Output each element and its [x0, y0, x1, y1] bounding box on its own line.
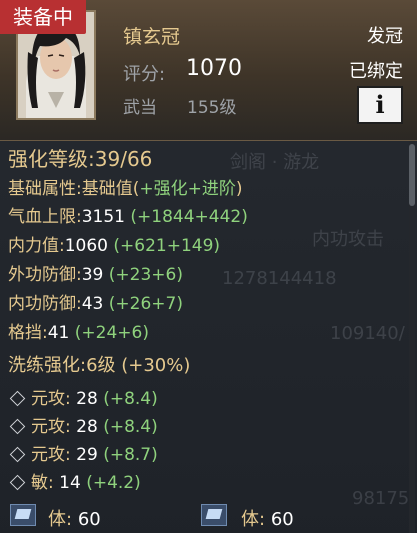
stat-base: 3151 — [81, 207, 125, 227]
gem-icon — [201, 504, 227, 526]
stat-row-int-def: 内功防御:43 (+26+7) — [8, 289, 183, 314]
stat-row-block: 格挡:41 (+24+6) — [8, 318, 149, 343]
stat-row-mp: 内力值:1060 (+621+149) — [8, 231, 220, 256]
stat-bonus: (+23+6) — [108, 265, 183, 285]
enhance-label: 强化等级: — [8, 147, 95, 171]
stat-base: 43 — [81, 294, 104, 314]
item-name: 镇玄冠 — [123, 26, 181, 48]
equipped-badge: 装备中 — [0, 0, 86, 34]
refine-stat-label: 元攻: — [31, 389, 71, 409]
refine-stat-bonus: (+8.4) — [103, 389, 158, 409]
base-attr-row: 基础属性:基础值(+强化+进阶) — [8, 174, 243, 199]
refine-stat-base: 28 — [76, 417, 98, 437]
stat-label: 气血上限: — [8, 207, 82, 227]
refine-stat-row: 元攻: 28 (+8.4) — [8, 412, 158, 437]
refine-label: 洗练强化: — [8, 355, 87, 376]
refine-stat-base: 28 — [76, 389, 98, 409]
stat-bonus: (+621+149) — [113, 236, 221, 256]
tooltip-header: 装备中 镇玄冠 评分: 1070 武当 155级 发冠 已绑定 i — [0, 0, 417, 141]
gem-icon — [10, 504, 36, 526]
scrollbar-thumb[interactable] — [409, 144, 415, 206]
refine-stat-label: 元攻: — [31, 445, 71, 465]
diamond-icon — [9, 390, 26, 406]
refine-stat-base: 29 — [76, 445, 98, 465]
stat-bonus: (+26+7) — [108, 294, 183, 314]
stat-base: 41 — [47, 323, 70, 343]
refine-stat-base: 14 — [59, 473, 81, 493]
stat-row-hp: 气血上限:3151 (+1844+442) — [8, 202, 248, 227]
item-tooltip: 剑阁 · 游龙 内功攻击 1278144418 109140/ 98175 装备… — [0, 0, 417, 533]
base-attr-advance: +进阶 — [187, 179, 236, 199]
score-value: 1070 — [186, 56, 242, 81]
stat-label: 格挡: — [8, 323, 48, 343]
stat-row-ext-def: 外功防御:39 (+23+6) — [8, 260, 183, 285]
gem-stat-label: 体: — [241, 509, 266, 530]
refine-value: 6级 (+30%) — [86, 355, 191, 376]
bind-status: 已绑定 — [349, 61, 403, 82]
sect-requirement: 武当 — [123, 98, 157, 118]
refine-stat-bonus: (+8.7) — [103, 445, 158, 465]
stat-label: 内力值: — [8, 236, 65, 256]
base-attr-enhance: +强化 — [139, 179, 188, 199]
stat-label: 内功防御: — [8, 294, 82, 314]
refine-stat-bonus: (+8.4) — [103, 417, 158, 437]
score-label: 评分: — [123, 64, 166, 85]
base-attr-suffix: ) — [235, 179, 243, 199]
refine-stat-row: 敏: 14 (+4.2) — [8, 468, 141, 493]
gem-stat: 体: 60 — [48, 505, 101, 531]
refine-stat-row: 元攻: 29 (+8.7) — [8, 440, 158, 465]
stat-bonus: (+1844+442) — [130, 207, 248, 227]
refine-stat-row: 元攻: 28 (+8.4) — [8, 384, 158, 409]
diamond-icon — [9, 418, 26, 434]
info-button[interactable]: i — [357, 86, 403, 124]
gem-stat-value: 60 — [77, 509, 101, 530]
refine-row: 洗练强化:6级 (+30%) — [8, 351, 190, 377]
stat-base: 39 — [81, 265, 104, 285]
equip-slot: 发冠 — [367, 26, 403, 47]
stat-label: 外功防御: — [8, 265, 82, 285]
enhance-level-row: 强化等级:39/66 — [8, 143, 152, 172]
gem-stat-value: 60 — [270, 509, 294, 530]
diamond-icon — [9, 474, 26, 490]
refine-stat-bonus: (+4.2) — [86, 473, 141, 493]
refine-stat-label: 元攻: — [31, 417, 71, 437]
enhance-value: 39/66 — [94, 147, 153, 171]
gem-stat-label: 体: — [48, 509, 73, 530]
refine-stat-label: 敏: — [31, 473, 54, 493]
level-requirement: 155级 — [187, 98, 237, 118]
stats-panel: 强化等级:39/66 基础属性:基础值(+强化+进阶) 气血上限:3151 (+… — [0, 141, 417, 533]
stat-base: 1060 — [64, 236, 108, 256]
diamond-icon — [9, 446, 26, 462]
base-attr-label: 基础属性: — [8, 179, 82, 199]
base-attr-prefix: 基础值( — [81, 179, 140, 199]
gem-stat: 体: 60 — [241, 505, 294, 531]
stat-bonus: (+24+6) — [74, 323, 149, 343]
